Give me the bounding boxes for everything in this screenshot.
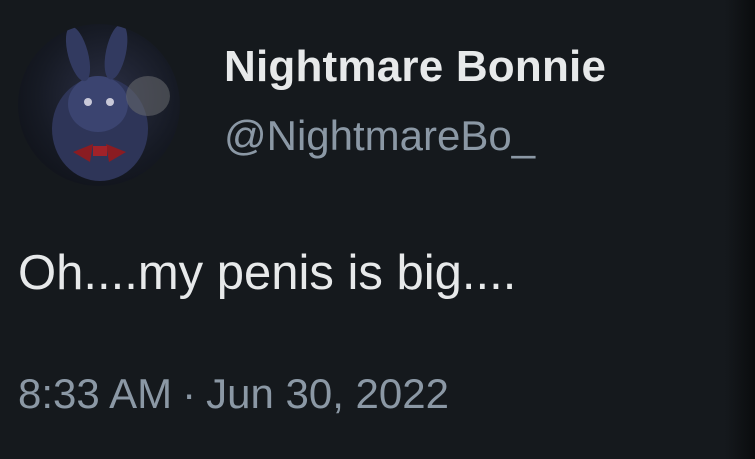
tweet-timestamp[interactable]: 8:33 AM · Jun 30, 2022 bbox=[18, 370, 449, 418]
tweet-text: Oh....my penis is big.... bbox=[18, 246, 517, 300]
edge-shadow bbox=[725, 0, 755, 459]
user-handle[interactable]: @NightmareBo_ bbox=[224, 112, 535, 160]
tweet-card: Nightmare Bonnie @NightmareBo_ Oh....my … bbox=[0, 0, 755, 459]
meta-separator: · bbox=[182, 370, 197, 417]
avatar-image bbox=[52, 24, 170, 181]
tweet-time: 8:33 AM bbox=[18, 370, 173, 417]
display-name[interactable]: Nightmare Bonnie bbox=[224, 42, 606, 92]
profile-avatar[interactable] bbox=[18, 24, 180, 186]
tweet-date: Jun 30, 2022 bbox=[206, 370, 449, 417]
